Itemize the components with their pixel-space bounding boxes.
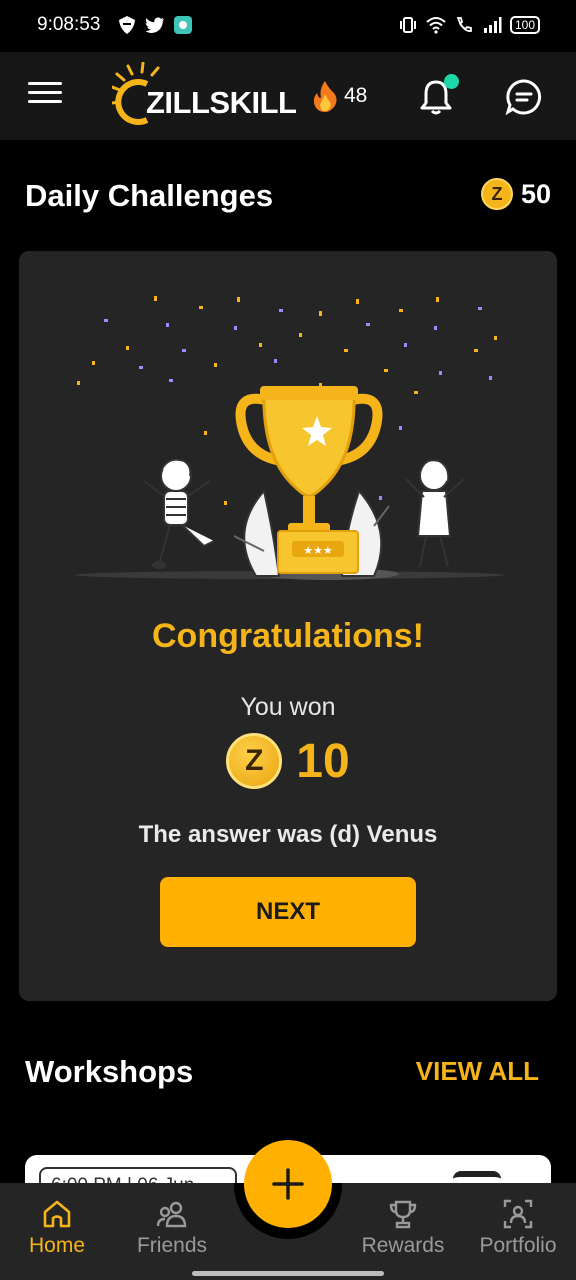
menu-icon-bar: [28, 82, 62, 85]
congratulations-heading: Congratulations!: [152, 617, 424, 655]
nav-label-friends: Friends: [136, 1234, 208, 1257]
status-left-icons: [117, 15, 193, 35]
twitter-icon: [145, 17, 164, 33]
vibrate-icon: [399, 17, 416, 33]
you-won-label: You won: [240, 693, 336, 721]
won-amount: 10: [296, 734, 350, 788]
battery-icon: 100: [509, 16, 540, 34]
coin-letter: Z: [491, 183, 503, 204]
home-icon: [43, 1200, 71, 1228]
streak-counter[interactable]: 48: [312, 80, 367, 112]
nav-label-home: Home: [28, 1234, 86, 1257]
friends-icon: [156, 1201, 187, 1228]
challenge-result-card: ★★★ Congratulations! You won Z 10 The an…: [19, 251, 557, 1001]
menu-button[interactable]: [28, 82, 62, 110]
chat-icon[interactable]: [505, 78, 543, 116]
signal-icon: [483, 17, 502, 33]
wifi-call-icon: [456, 17, 472, 32]
app-notification-icon: [174, 16, 192, 34]
trophy-icon: [389, 1200, 417, 1229]
answer-text: The answer was (d) Venus: [138, 821, 438, 848]
notification-dot: [444, 74, 459, 89]
nav-label-rewards: Rewards: [361, 1234, 445, 1257]
boy-cheering-icon: [143, 458, 215, 569]
coin-letter: Z: [245, 744, 264, 777]
z-coin-icon: Z: [226, 733, 283, 789]
menu-icon-bar: [28, 100, 62, 103]
streak-count: 48: [344, 84, 368, 107]
app-bar: ZILLSKILL 48: [0, 52, 576, 140]
wifi-icon: [426, 17, 446, 34]
girl-cheering-icon: [405, 459, 465, 568]
status-bar: 9:08:53 100: [0, 0, 576, 52]
plus-icon: [272, 1168, 304, 1200]
vpn-shield-icon: [119, 16, 135, 34]
coin-balance: Z 50: [480, 178, 551, 210]
won-amount-row: Z 10: [19, 733, 557, 789]
fire-icon: [313, 81, 337, 112]
svg-text:★★★: ★★★: [303, 544, 333, 557]
add-fab-button[interactable]: [244, 1140, 332, 1228]
battery-level: 100: [514, 18, 535, 32]
nav-label-portfolio: Portfolio: [479, 1234, 557, 1257]
logo-text: ZILLSKILL: [146, 85, 297, 120]
next-button[interactable]: NEXT: [160, 877, 416, 947]
workshops-title: Workshops: [25, 1054, 194, 1089]
nav-item-friends[interactable]: Friends: [117, 1198, 227, 1258]
trophy-celebration-illustration: ★★★: [74, 296, 504, 580]
nav-item-rewards[interactable]: Rewards: [348, 1198, 458, 1258]
coin-balance-value: 50: [520, 178, 551, 209]
view-all-link[interactable]: VIEW ALL: [416, 1056, 539, 1087]
menu-icon-bar: [28, 91, 62, 94]
status-time: 9:08:53: [37, 14, 101, 35]
portfolio-icon: [503, 1199, 533, 1229]
home-indicator[interactable]: [192, 1271, 384, 1276]
nav-item-portfolio[interactable]: Portfolio: [463, 1198, 573, 1258]
nav-item-home[interactable]: Home: [2, 1198, 112, 1258]
status-right-icons: 100: [398, 15, 540, 35]
z-coin-icon: Z: [480, 178, 513, 210]
zillskill-logo: ZILLSKILL: [112, 62, 297, 132]
daily-challenges-title: Daily Challenges: [25, 178, 274, 213]
